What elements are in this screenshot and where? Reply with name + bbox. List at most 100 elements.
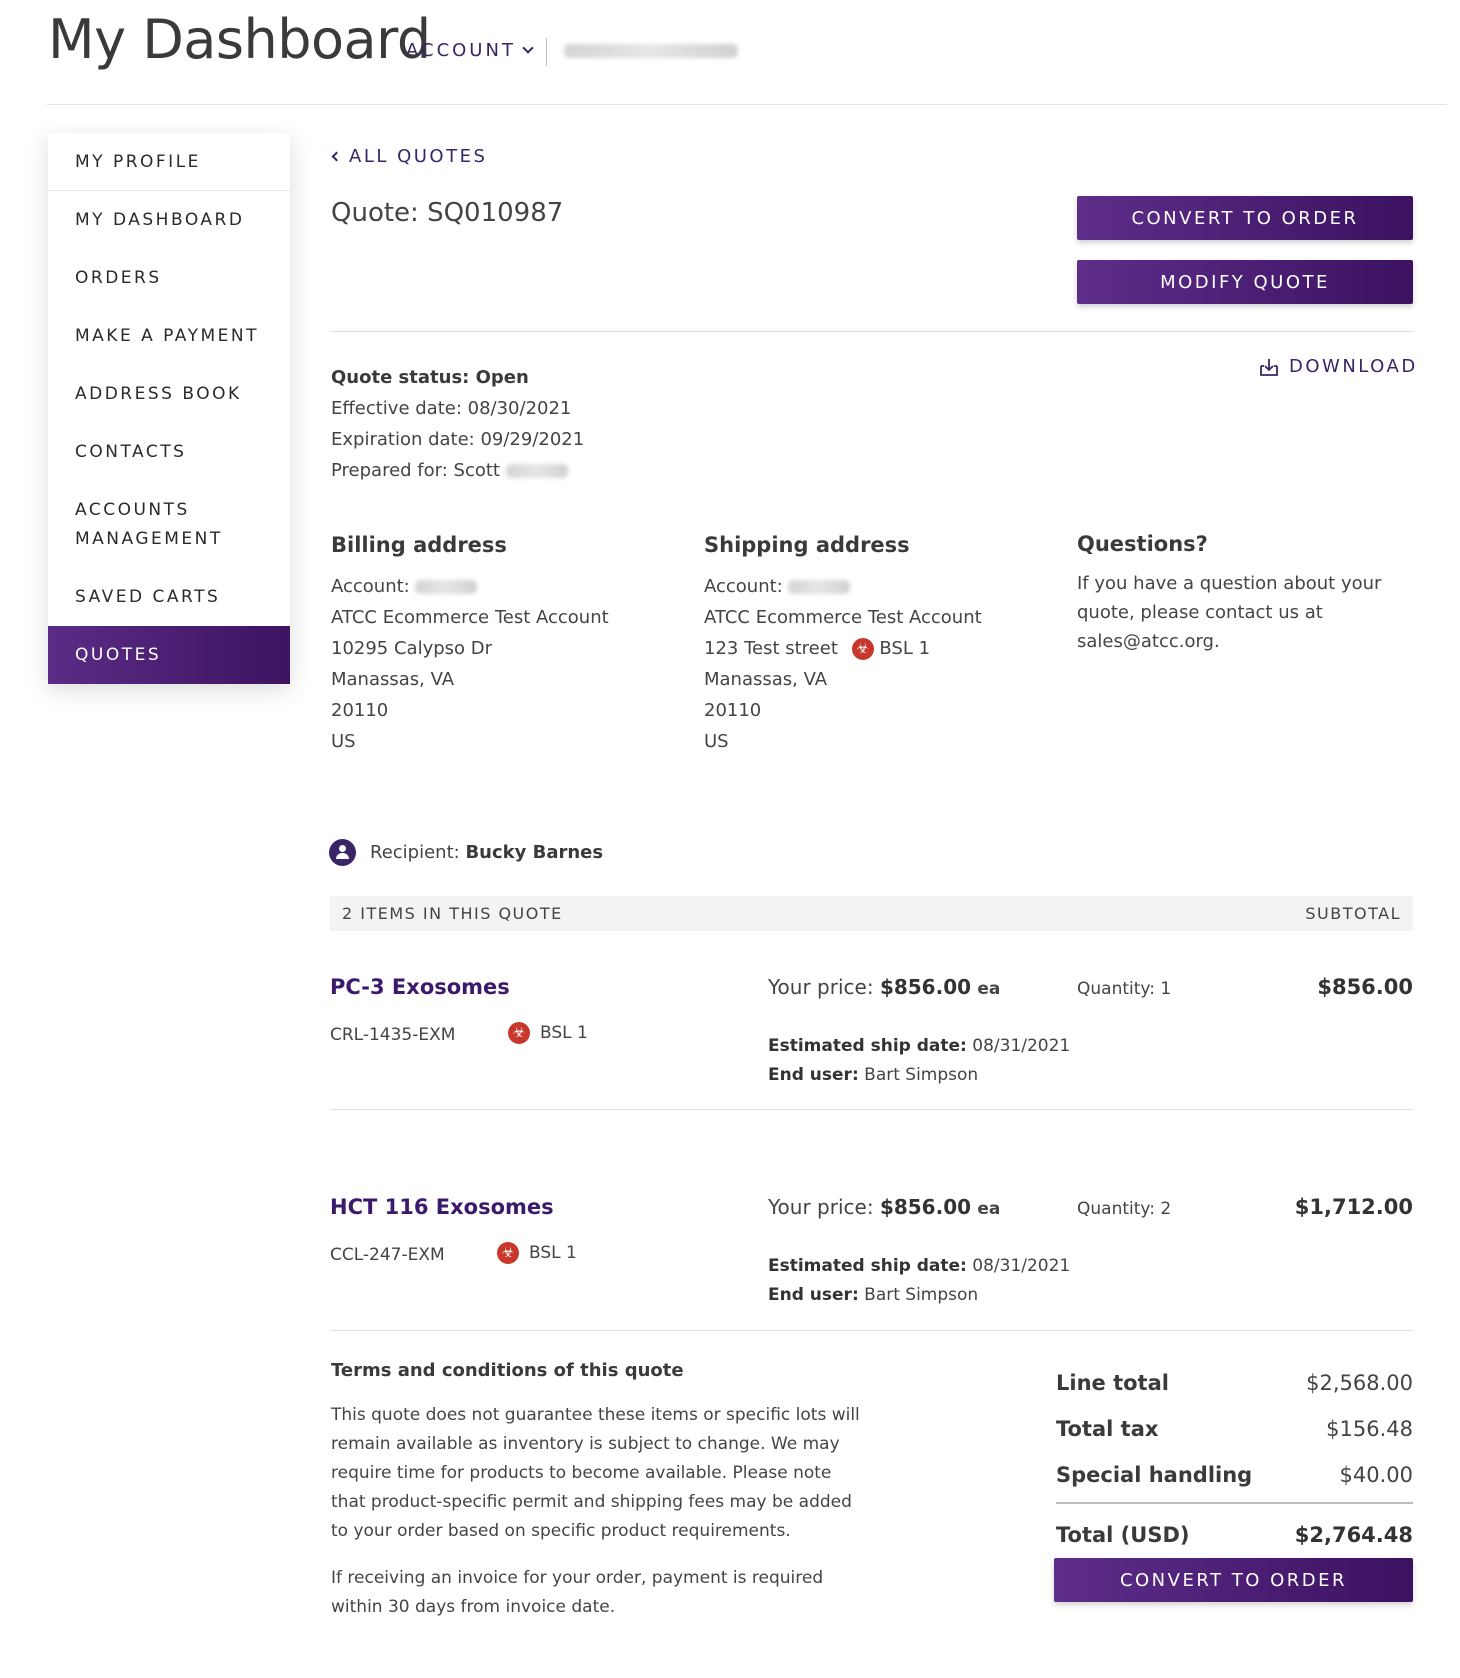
special-handling-value: $40.00 — [1339, 1463, 1413, 1487]
totals-divider — [1056, 1502, 1413, 1504]
totals-block: Line total $2,568.00 Total tax $156.48 Spe… — [1056, 1360, 1413, 1558]
line-subtotal: $1,712.00 — [1294, 1195, 1413, 1219]
shipping-address: Shipping address Account: ATCC Ecommerce… — [704, 530, 982, 757]
biohazard-icon: ☣ — [497, 1242, 519, 1264]
billing-street: 10295 Calypso Dr — [331, 638, 493, 659]
sidebar-item-label: ACCOUNTS MANAGEMENT — [75, 496, 223, 554]
shipping-account: Account: — [704, 571, 982, 602]
shipping-name: ATCC Ecommerce Test Account — [704, 607, 982, 628]
questions-text: If you have a question about your quote,… — [1077, 573, 1382, 652]
item-divider — [330, 1330, 1413, 1331]
grand-total-label: Total (USD) — [1056, 1523, 1190, 1547]
sidebar-item-saved-carts[interactable]: SAVED CARTS — [48, 568, 290, 626]
price-unit: ea — [977, 979, 1001, 999]
shipping-country: US — [704, 731, 729, 752]
product-sku: CRL-1435-EXM — [330, 1025, 456, 1045]
convert-to-order-button[interactable]: CONVERT TO ORDER — [1077, 196, 1413, 240]
effective-date: Effective date: 08/30/2021 — [331, 398, 572, 419]
sidebar-item-label-line1: ACCOUNTS — [75, 499, 190, 520]
price-label: Your price: — [768, 1195, 874, 1219]
line-total-value: $2,568.00 — [1306, 1371, 1413, 1395]
sidebar-item-make-a-payment[interactable]: MAKE A PAYMENT — [48, 307, 290, 365]
billing-city: Manassas, VA — [331, 669, 455, 690]
item-divider — [330, 1109, 1413, 1110]
billing-zip: 20110 — [331, 700, 389, 721]
end-user-label: End user: — [768, 1065, 859, 1085]
quote-title: Quote: SQ010987 — [331, 198, 564, 228]
items-count: 2 ITEMS IN THIS QUOTE — [342, 904, 563, 923]
ship-date-label: Estimated ship date: — [768, 1036, 967, 1056]
line-total-row: Line total $2,568.00 — [1056, 1360, 1413, 1406]
sidebar-item-contacts[interactable]: CONTACTS — [48, 423, 290, 481]
all-quotes-link[interactable]: ALL QUOTES — [331, 146, 487, 167]
shipping-zip: 20110 — [704, 700, 762, 721]
billing-address: Billing address Account: ATCC Ecommerce … — [331, 530, 609, 757]
price-label: Your price: — [768, 975, 874, 999]
sidebar-item-label: MAKE A PAYMENT — [75, 326, 259, 346]
product-bsl-label: BSL 1 — [540, 1023, 588, 1043]
questions-heading: Questions? — [1077, 532, 1208, 556]
terms-paragraph: If receiving an invoice for your order, … — [331, 1568, 824, 1617]
end-user-line: End user: Bart Simpson — [768, 1281, 1070, 1310]
billing-account-redacted — [415, 580, 478, 594]
header-rule — [47, 104, 1447, 105]
sidebar-nav: MY PROFILE MY DASHBOARD ORDERS MAKE A PA… — [48, 133, 290, 684]
line-total-label: Line total — [1056, 1371, 1169, 1395]
quote-line-item: HCT 116 Exosomes CCL-247-EXM ☣ BSL 1 You… — [330, 1195, 1413, 1345]
items-header-bar: 2 ITEMS IN THIS QUOTE SUBTOTAL — [330, 896, 1413, 931]
billing-country: US — [331, 731, 356, 752]
ship-date: 08/31/2021 — [972, 1256, 1071, 1276]
sidebar-item-label: MY PROFILE — [75, 151, 201, 172]
line-subtotal: $856.00 — [1317, 975, 1413, 999]
sidebar-item-orders[interactable]: ORDERS — [48, 249, 290, 307]
shipping-info: Estimated ship date: 08/31/2021 End user… — [768, 1032, 1070, 1090]
price-value: $856.00 — [879, 1195, 972, 1219]
quote-line-item: PC-3 Exosomes CRL-1435-EXM ☣ BSL 1 Your … — [330, 975, 1413, 1125]
prepared-for-surname-redacted — [505, 464, 568, 478]
product-name-link[interactable]: PC-3 Exosomes — [330, 975, 510, 999]
shipping-street: 123 Test street — [704, 638, 838, 659]
quantity: Quantity: 1 — [1077, 979, 1172, 999]
quote-status-block: Quote status: Open Effective date: 08/30… — [331, 362, 584, 486]
sidebar-item-label: QUOTES — [75, 645, 162, 665]
modify-quote-button[interactable]: MODIFY QUOTE — [1077, 260, 1413, 304]
shipping-city: Manassas, VA — [704, 669, 828, 690]
product-bsl: ☣ BSL 1 — [497, 1242, 577, 1264]
product-sku: CCL-247-EXM — [330, 1245, 445, 1265]
billing-account: Account: — [331, 571, 609, 602]
sidebar-item-label: CONTACTS — [75, 442, 187, 462]
chevron-down-icon — [522, 42, 534, 54]
account-dropdown-label: ACCOUNT — [406, 40, 516, 61]
shipping-account-redacted — [788, 580, 851, 594]
end-user-label: End user: — [768, 1285, 859, 1305]
product-name-link[interactable]: HCT 116 Exosomes — [330, 1195, 554, 1219]
your-price: Your price: $856.00 ea — [768, 1195, 1000, 1219]
questions-block: Questions? If you have a question about … — [1077, 530, 1397, 656]
terms-heading: Terms and conditions of this quote — [331, 1360, 684, 1381]
ship-date-label: Estimated ship date: — [768, 1256, 967, 1276]
total-tax-value: $156.48 — [1326, 1417, 1413, 1441]
sidebar-item-quotes[interactable]: QUOTES — [48, 626, 290, 684]
download-label: DOWNLOAD — [1289, 356, 1418, 377]
shipping-info: Estimated ship date: 08/31/2021 End user… — [768, 1252, 1070, 1310]
product-bsl-label: BSL 1 — [529, 1243, 577, 1263]
sidebar-item-address-book[interactable]: ADDRESS BOOK — [48, 365, 290, 423]
sidebar-item-label: SAVED CARTS — [75, 587, 221, 607]
special-handling-row: Special handling $40.00 — [1056, 1452, 1413, 1498]
price-unit: ea — [977, 1199, 1001, 1219]
sidebar-item-accounts-management[interactable]: ACCOUNTS MANAGEMENT — [48, 481, 290, 568]
end-user: Bart Simpson — [864, 1065, 979, 1085]
account-dropdown[interactable]: ACCOUNT — [406, 40, 534, 61]
ship-date-line: Estimated ship date: 08/31/2021 — [768, 1252, 1070, 1281]
sidebar-item-my-dashboard[interactable]: MY DASHBOARD — [48, 191, 290, 249]
sidebar-item-label: MY DASHBOARD — [75, 210, 245, 230]
shipping-account-label: Account: — [704, 576, 783, 597]
sidebar-item-my-profile[interactable]: MY PROFILE — [48, 133, 290, 191]
biohazard-icon: ☣ — [851, 638, 874, 660]
total-tax-row: Total tax $156.48 — [1056, 1406, 1413, 1452]
download-button[interactable]: DOWNLOAD — [1259, 356, 1418, 377]
shipping-street-line: 123 Test street ☣ BSL 1 — [704, 633, 982, 664]
billing-heading: Billing address — [331, 533, 507, 557]
convert-to-order-button-bottom[interactable]: CONVERT TO ORDER — [1054, 1558, 1413, 1602]
end-user: Bart Simpson — [864, 1285, 979, 1305]
